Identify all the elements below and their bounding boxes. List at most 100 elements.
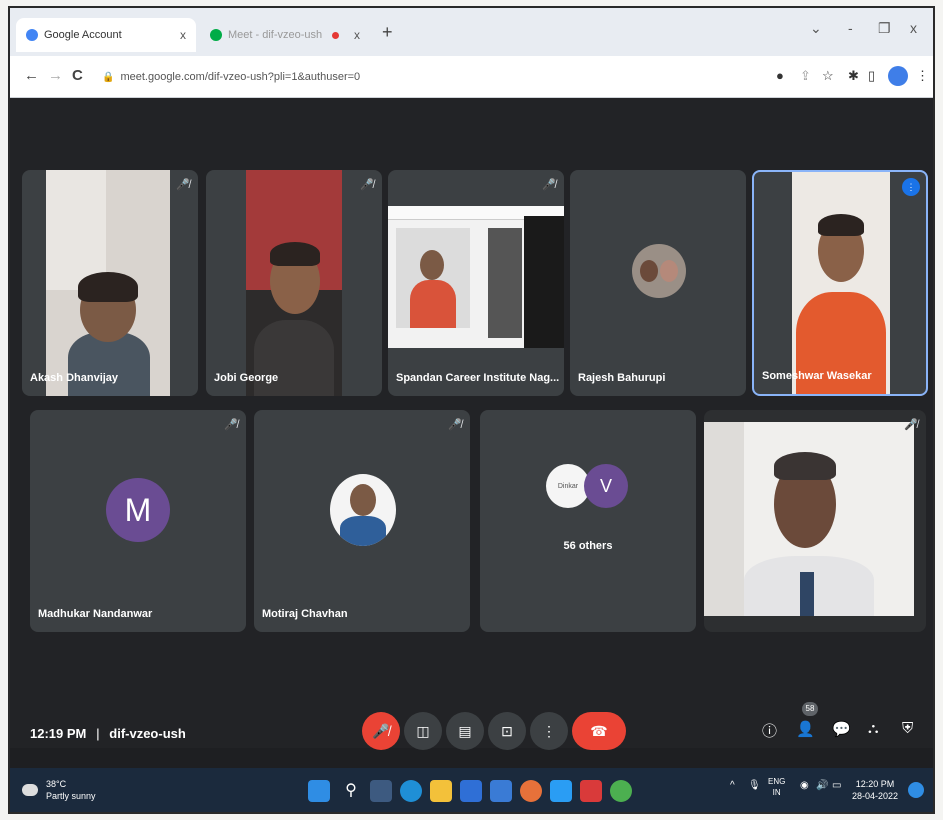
edge-icon[interactable]: [400, 780, 422, 802]
recording-dot-icon: [332, 31, 340, 39]
restore-button[interactable]: ❐: [878, 20, 891, 37]
google-icon: [26, 29, 38, 41]
tab-close-icon[interactable]: x: [354, 28, 360, 42]
chat-button[interactable]: 💬: [832, 720, 851, 738]
lock-icon: 🔒: [102, 71, 115, 83]
profile-avatar[interactable]: [888, 66, 908, 86]
screen-share-feed: [388, 206, 564, 348]
mic-off-icon: 🎤̸: [224, 419, 238, 431]
firefox-icon[interactable]: [520, 780, 542, 802]
taskbar-date: 28-04-2022: [852, 791, 899, 801]
participant-tile[interactable]: 🎤̸ Spandan Career Institute Nag...: [388, 170, 564, 396]
meeting-time: 12:19 PM: [30, 726, 87, 741]
back-button[interactable]: ←: [24, 67, 39, 84]
video-feed: [704, 422, 914, 616]
address-bar-row: ← → C 🔒 meet.google.com/dif-vzeo-ush?pli…: [10, 56, 933, 98]
participant-tile[interactable]: 🎤̸ Akash Dhanvijay: [22, 170, 198, 396]
participant-tile[interactable]: 🎤̸ Motiraj Chavhan: [254, 410, 470, 632]
url-field[interactable]: 🔒 meet.google.com/dif-vzeo-ush?pli=1&aut…: [102, 66, 752, 88]
weather-widget[interactable]: 38°C Partly sunny: [22, 778, 96, 802]
app-icon[interactable]: [580, 780, 602, 802]
avatar: V: [584, 464, 628, 508]
volume-icon[interactable]: 🔊: [816, 780, 828, 791]
video-feed: [792, 172, 890, 394]
tab-meet[interactable]: Meet - dif-vzeo-ush x: [200, 18, 370, 52]
tab-label: Meet - dif-vzeo-ush: [228, 29, 323, 41]
notification-icon[interactable]: [908, 782, 924, 798]
participant-name: Akash Dhanvijay: [30, 372, 119, 384]
tab-google-account[interactable]: Google Account x: [16, 18, 196, 52]
app-icon[interactable]: [550, 780, 572, 802]
participant-name: Motiraj Chavhan: [262, 608, 348, 620]
menu-icon[interactable]: ⋮: [916, 68, 929, 84]
taskbar-clock[interactable]: 12:20 PM 28-04-2022: [852, 778, 898, 802]
language-bottom: IN: [772, 788, 781, 797]
taskbar-time: 12:20 PM: [855, 779, 895, 789]
wifi-icon[interactable]: ◉: [800, 780, 809, 791]
participant-tile-speaking[interactable]: ⋮ Someshwar Wasekar: [752, 170, 928, 396]
search-icon[interactable]: ⚲: [340, 780, 362, 802]
mic-toggle-button[interactable]: 🎤̸: [362, 712, 400, 750]
avatar: [330, 474, 396, 546]
language-indicator[interactable]: ENG IN: [768, 776, 785, 798]
screenshot-frame: Google Account x Meet - dif-vzeo-ush x +…: [8, 6, 935, 814]
participant-name: Rajesh Bahurupi: [578, 372, 666, 384]
captions-button[interactable]: ▤: [446, 712, 484, 750]
mic-off-icon: 🎤̸: [542, 179, 556, 191]
activities-button[interactable]: ⛬: [868, 720, 879, 737]
battery-icon[interactable]: ▭: [832, 780, 841, 791]
forward-button[interactable]: →: [48, 67, 63, 84]
people-button[interactable]: 👤: [796, 720, 815, 738]
window-close-button[interactable]: x: [910, 20, 917, 36]
meeting-info: 12:19 PM | dif-vzeo-ush: [30, 726, 186, 741]
file-explorer-icon[interactable]: [430, 780, 452, 802]
meeting-code: dif-vzeo-ush: [109, 726, 186, 741]
mail-icon[interactable]: [490, 780, 512, 802]
meet-icon: [210, 29, 222, 41]
share-icon[interactable]: ⇪: [800, 68, 811, 84]
present-button[interactable]: ⊡: [488, 712, 526, 750]
widgets-icon[interactable]: [370, 780, 392, 802]
speaking-indicator-icon: ⋮: [902, 178, 920, 196]
extensions-icon[interactable]: ✱: [848, 68, 859, 84]
separator: |: [96, 726, 100, 741]
more-options-button[interactable]: ⋮: [530, 712, 568, 750]
participant-tile[interactable]: 🎤̸: [704, 410, 926, 632]
mic-off-icon: 🎤̸: [448, 419, 462, 431]
chevron-down-icon[interactable]: ⌄: [810, 20, 822, 37]
mic-off-icon: 🎤̸: [904, 419, 918, 431]
weather-text: Partly sunny: [46, 791, 96, 801]
tab-label: Google Account: [44, 29, 122, 41]
info-icon[interactable]: ⓘ: [762, 720, 777, 741]
host-controls-button[interactable]: ⛨: [902, 720, 913, 737]
others-count: 56 others: [563, 540, 613, 552]
taskbar: 38°C Partly sunny ⚲ ^ 🎙 ENG IN ◉ 🔊 ▭ 12:…: [10, 768, 933, 812]
participant-tile[interactable]: 🎤̸ Jobi George: [206, 170, 382, 396]
avatar: [632, 244, 686, 298]
others-tile[interactable]: Dinkar V 56 others: [480, 410, 696, 632]
new-tab-button[interactable]: +: [382, 22, 393, 43]
camera-toggle-button[interactable]: ◫: [404, 712, 442, 750]
meet-stage: 🎤̸ Akash Dhanvijay 🎤̸ Jobi George 🎤̸ Spa…: [10, 98, 933, 750]
avatar: M: [106, 478, 170, 542]
chrome-icon[interactable]: [610, 780, 632, 802]
bookmark-star-icon[interactable]: ☆: [822, 68, 834, 84]
mic-icon[interactable]: 🎙: [748, 780, 761, 791]
temperature: 38°C: [46, 779, 67, 789]
participant-tile[interactable]: Rajesh Bahurupi: [570, 170, 746, 396]
mic-off-icon: 🎤̸: [176, 179, 190, 191]
participant-name: Spandan Career Institute Nag...: [396, 372, 560, 384]
tray-chevron-icon[interactable]: ^: [730, 780, 735, 791]
tab-close-icon[interactable]: x: [180, 28, 186, 42]
reload-button[interactable]: C: [72, 67, 83, 84]
start-button-icon[interactable]: [308, 780, 330, 802]
minimize-button[interactable]: -: [848, 20, 853, 36]
participant-tile[interactable]: M 🎤̸ Madhukar Nandanwar: [30, 410, 246, 632]
sidebar-icon[interactable]: ▯: [868, 68, 875, 84]
participant-name: Jobi George: [214, 372, 279, 384]
cloud-icon: [22, 784, 38, 796]
camera-icon[interactable]: ●: [776, 68, 784, 83]
video-feed: [246, 170, 342, 396]
leave-call-button[interactable]: ☎: [572, 712, 626, 750]
store-icon[interactable]: [460, 780, 482, 802]
